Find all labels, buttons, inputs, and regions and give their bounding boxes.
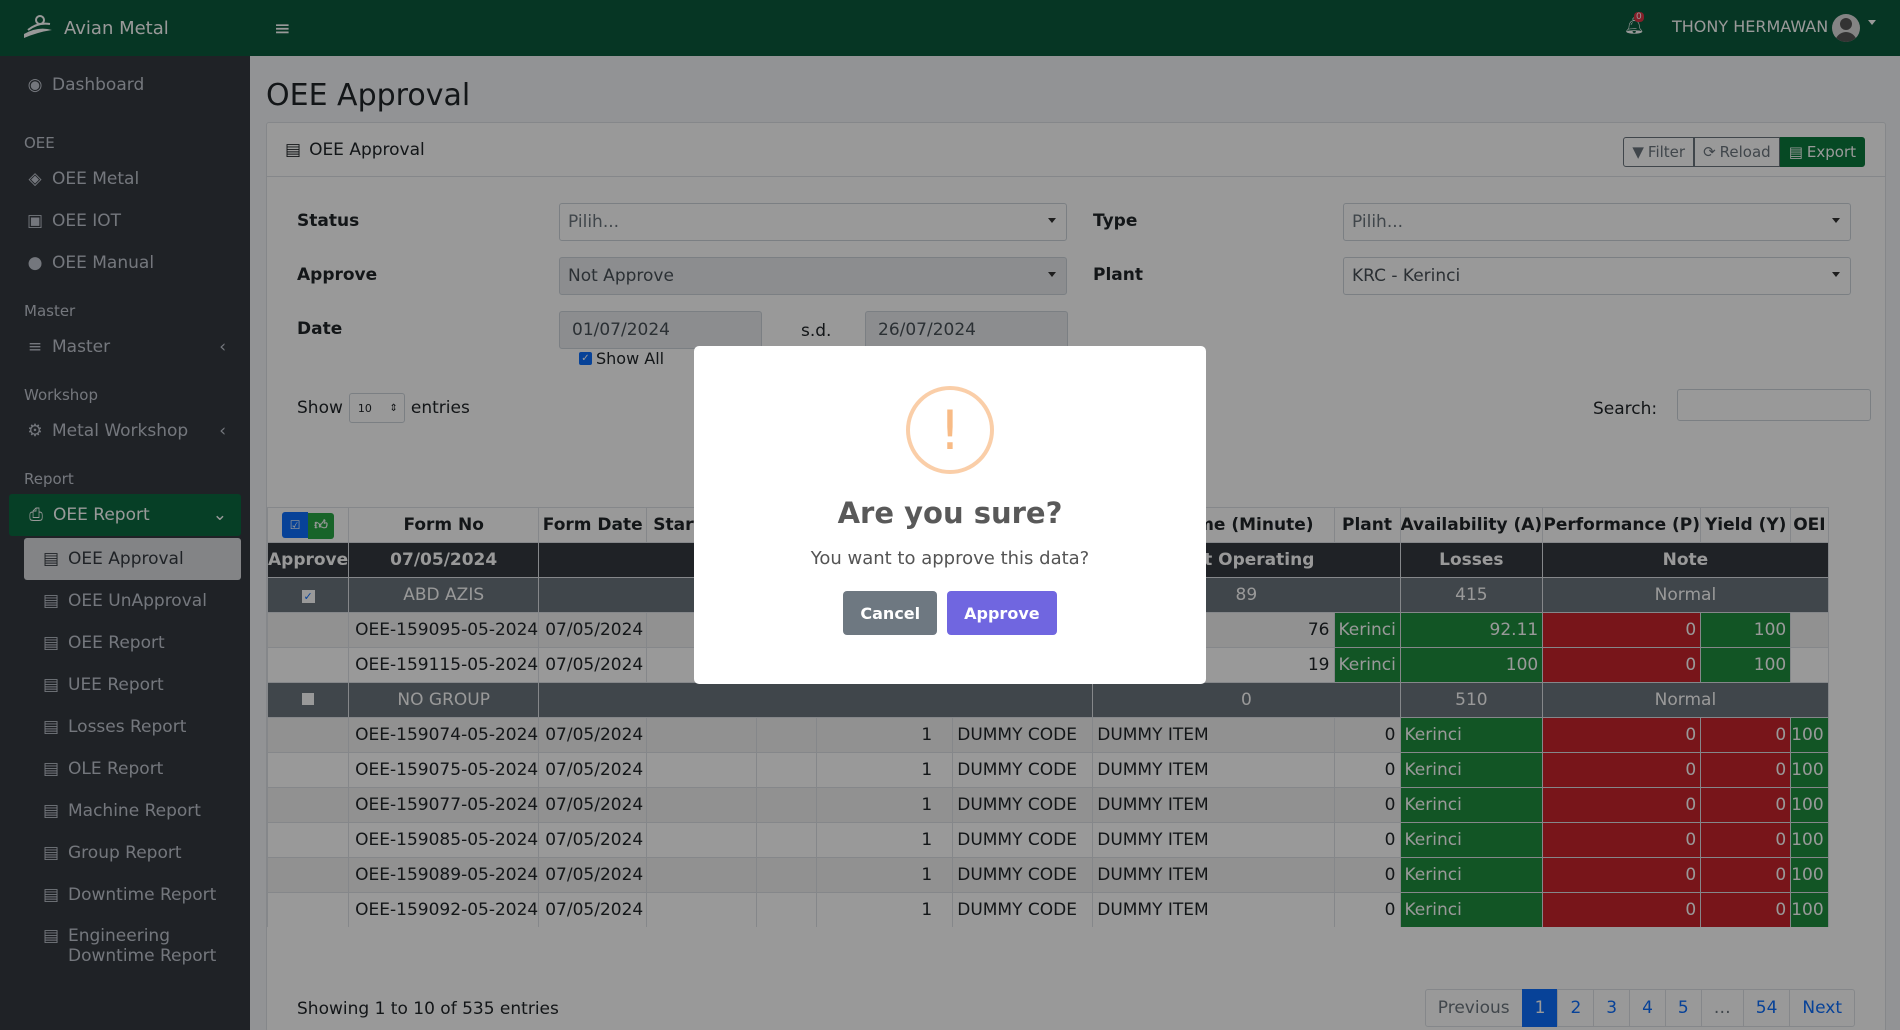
cancel-button[interactable]: Cancel bbox=[843, 591, 938, 635]
confirm-dialog: ! Are you sure? You want to approve this… bbox=[694, 346, 1206, 684]
approve-button[interactable]: Approve bbox=[947, 591, 1057, 635]
dialog-title: Are you sure? bbox=[837, 496, 1063, 530]
dialog-actions: Cancel Approve bbox=[694, 591, 1206, 635]
dialog-message: You want to approve this data? bbox=[810, 548, 1090, 569]
warning-icon: ! bbox=[906, 386, 994, 474]
